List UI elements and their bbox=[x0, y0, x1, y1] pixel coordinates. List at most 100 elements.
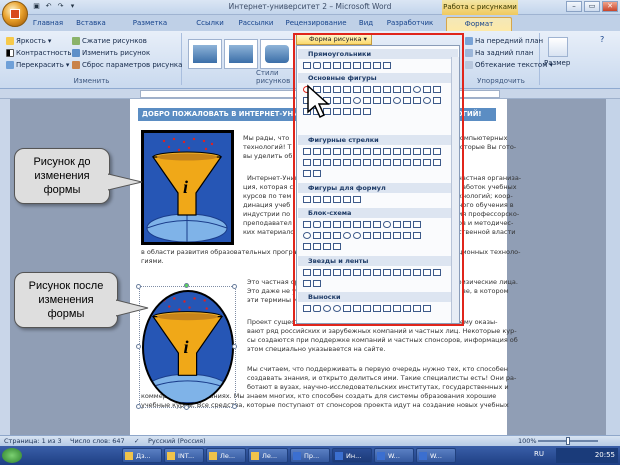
office-logo-icon bbox=[10, 9, 20, 19]
send-backward-button[interactable]: На задний план bbox=[465, 49, 533, 57]
folder-icon bbox=[125, 452, 133, 460]
word-icon bbox=[293, 452, 301, 460]
text-line: Интернет-Унив bbox=[247, 174, 299, 182]
page-counter[interactable]: Страница: 1 из 3 bbox=[4, 436, 62, 446]
resize-handle[interactable] bbox=[184, 405, 189, 410]
close-button[interactable]: ✕ bbox=[602, 1, 618, 12]
taskbar-item[interactable]: W... bbox=[416, 448, 456, 463]
text-line: курсов по тем bbox=[243, 192, 292, 200]
text-line: сы создаются при поддержке компаний и ча… bbox=[247, 336, 518, 344]
text-line: Это даже не уч bbox=[247, 287, 300, 295]
title-bar: ▣ ↶ ↷ ▾ Интернет-университет 2 – Microso… bbox=[0, 0, 620, 15]
bring-forward-icon bbox=[465, 37, 473, 45]
reset-label: Сброс параметров рисунка bbox=[82, 61, 183, 69]
window-title: Интернет-университет 2 – Microsoft Word bbox=[228, 2, 392, 11]
resize-handle[interactable] bbox=[232, 344, 237, 349]
text-line: частная организа- bbox=[458, 174, 522, 182]
reset-icon bbox=[72, 61, 80, 69]
taskbar-item[interactable]: INT... bbox=[164, 448, 204, 463]
tab-insert[interactable]: Вставка bbox=[72, 17, 110, 31]
resize-handle[interactable] bbox=[136, 344, 141, 349]
text-wrap-button[interactable]: Обтекание текстом ▾ bbox=[465, 61, 553, 69]
style-preview bbox=[229, 45, 253, 63]
vertical-ruler[interactable] bbox=[0, 99, 10, 435]
tab-view[interactable]: Вид bbox=[354, 17, 378, 31]
callout-line: Рисунок после bbox=[28, 280, 104, 292]
picture-after[interactable]: i bbox=[142, 290, 234, 405]
tab-page-layout[interactable]: Разметка страницы bbox=[114, 17, 186, 40]
save-icon[interactable]: ▣ bbox=[32, 2, 41, 11]
picture-tools-tab: Работа с рисунками bbox=[442, 0, 518, 15]
styles-group: Стили рисунков bbox=[184, 33, 294, 85]
taskbar-item-label: Ле... bbox=[220, 452, 236, 460]
taskbar-item[interactable]: Дз... bbox=[122, 448, 162, 463]
zoom-level[interactable]: 100% bbox=[518, 436, 537, 446]
taskbar: Дз... INT... Ле... Ле... Пр... Ин... W..… bbox=[0, 446, 620, 465]
taskbar-item[interactable]: Пр... bbox=[290, 448, 330, 463]
recolor-button[interactable]: Перекрасить ▾ bbox=[6, 61, 69, 69]
contrast-icon bbox=[6, 49, 14, 57]
spell-check-icon[interactable]: ✓ bbox=[134, 436, 139, 446]
folder-icon bbox=[251, 452, 259, 460]
taskbar-item[interactable]: Ле... bbox=[248, 448, 288, 463]
help-icon[interactable]: ? bbox=[600, 35, 604, 44]
bring-forward-button[interactable]: На передний план bbox=[465, 37, 543, 45]
change-picture-button[interactable]: Изменить рисунок bbox=[72, 49, 150, 57]
tab-review[interactable]: Рецензирование bbox=[284, 17, 348, 31]
compress-button[interactable]: Сжатие рисунков bbox=[72, 37, 147, 45]
zoom-slider-thumb[interactable] bbox=[566, 437, 570, 445]
callout-after: Рисунок после изменения формы bbox=[14, 272, 118, 328]
text-line: в области развития образовательных прогр… bbox=[141, 248, 302, 256]
start-button[interactable] bbox=[2, 448, 22, 463]
redo-icon[interactable]: ↷ bbox=[56, 2, 65, 11]
taskbar-item-label: W... bbox=[388, 452, 400, 460]
svg-text:i: i bbox=[183, 337, 188, 357]
tab-mailings[interactable]: Рассылки bbox=[234, 17, 278, 31]
size-button[interactable]: Размер bbox=[544, 59, 570, 67]
tab-home[interactable]: Главная bbox=[30, 17, 66, 31]
text-line: аботок учебных bbox=[462, 183, 517, 191]
style-thumbnail-3[interactable] bbox=[260, 39, 294, 69]
office-button[interactable] bbox=[2, 1, 28, 27]
language-bar[interactable]: RU bbox=[534, 450, 544, 458]
resize-handle[interactable] bbox=[136, 284, 141, 289]
maximize-button[interactable]: ▭ bbox=[584, 1, 600, 12]
brightness-button[interactable]: Яркость ▾ bbox=[6, 37, 51, 45]
resize-handle[interactable] bbox=[136, 404, 141, 409]
tab-references[interactable]: Ссылки bbox=[192, 17, 228, 31]
text-line: ве, в котором bbox=[462, 287, 509, 295]
taskbar-item[interactable]: Ле... bbox=[206, 448, 246, 463]
rotate-handle[interactable] bbox=[184, 283, 189, 288]
dropdown-icon[interactable]: ▾ bbox=[68, 2, 77, 11]
reset-picture-button[interactable]: Сброс параметров рисунка bbox=[72, 61, 182, 69]
language-indicator[interactable]: Русский (Россия) bbox=[148, 436, 206, 446]
resize-handle[interactable] bbox=[232, 284, 237, 289]
picture-before[interactable]: i bbox=[141, 130, 234, 245]
ribbon-tabs: Главная Вставка Разметка страницы Ссылки… bbox=[0, 15, 620, 40]
word-count[interactable]: Число слов: 647 bbox=[70, 436, 125, 446]
recolor-label: Перекрасить bbox=[16, 61, 64, 69]
style-preview bbox=[193, 45, 217, 63]
taskbar-item-active[interactable]: Ин... bbox=[332, 448, 372, 463]
undo-icon[interactable]: ↶ bbox=[44, 2, 53, 11]
text-wrap-label: Обтекание текстом bbox=[475, 61, 548, 69]
style-thumbnail-2[interactable] bbox=[224, 39, 258, 69]
clock[interactable]: 20:55 bbox=[595, 451, 615, 459]
contrast-button[interactable]: Контрастность ▾ bbox=[6, 49, 77, 57]
picture-icon bbox=[72, 49, 80, 57]
quick-access-toolbar: ▣ ↶ ↷ ▾ bbox=[32, 2, 77, 11]
minimize-button[interactable]: – bbox=[566, 1, 582, 12]
style-thumbnail-1[interactable] bbox=[188, 39, 222, 69]
taskbar-item-label: Ин... bbox=[346, 452, 362, 460]
size-icon[interactable] bbox=[548, 37, 568, 57]
folder-icon bbox=[209, 452, 217, 460]
taskbar-item-label: Ле... bbox=[262, 452, 278, 460]
callout-line: формы bbox=[47, 308, 85, 320]
tab-format[interactable]: Формат bbox=[446, 17, 512, 31]
system-tray: 20:55 bbox=[556, 448, 618, 463]
tab-developer[interactable]: Разработчик bbox=[384, 17, 436, 31]
callout-line: формы bbox=[43, 184, 81, 196]
resize-handle[interactable] bbox=[232, 404, 237, 409]
taskbar-item[interactable]: W... bbox=[374, 448, 414, 463]
contrast-label: Контрастность bbox=[16, 49, 72, 57]
